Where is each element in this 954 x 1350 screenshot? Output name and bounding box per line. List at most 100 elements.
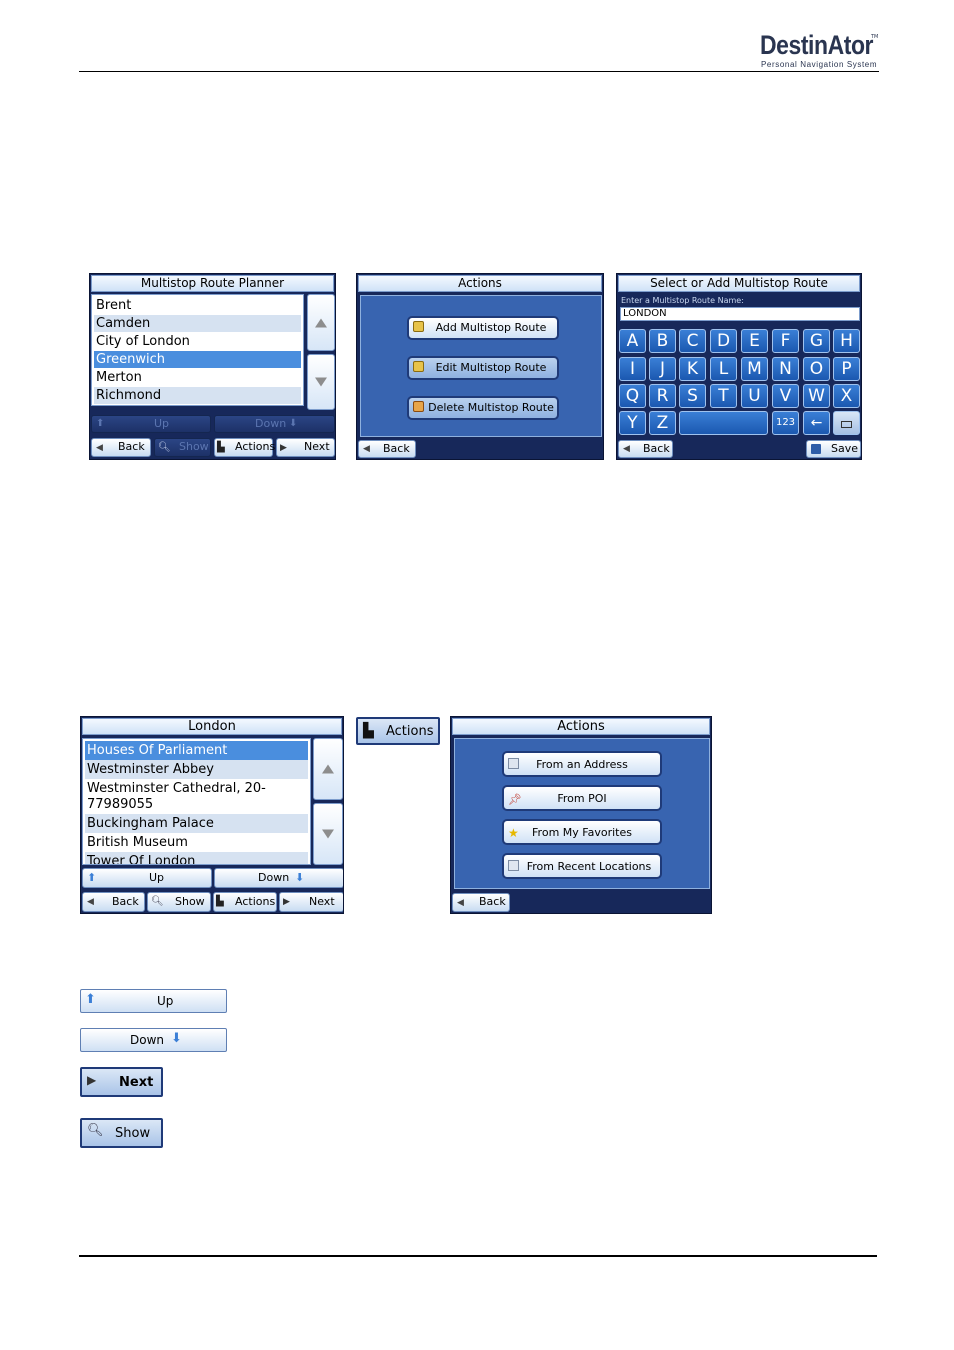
back-button[interactable]: ◀ Back — [82, 892, 145, 912]
key-k[interactable]: K — [679, 357, 706, 381]
space-key[interactable] — [679, 411, 768, 435]
down-arrow-icon: ⬇ — [295, 871, 305, 884]
keyboard-toggle-key[interactable] — [833, 411, 860, 435]
actions-button[interactable]: ▙ Actions — [214, 438, 275, 457]
screen-multistop-planner: Multistop Route Planner Brent Camden Cit… — [89, 273, 336, 460]
from-favorites-button[interactable]: ★ From My Favorites — [502, 819, 662, 845]
from-address-button[interactable]: From an Address — [502, 751, 662, 777]
clapper-icon: ▙ — [363, 723, 374, 739]
flag-icon: ▶ — [87, 1073, 97, 1087]
actions-panel: Add Multistop Route Edit Multistop Route… — [360, 295, 602, 437]
key-h[interactable]: H — [833, 329, 860, 353]
scroll-down-button[interactable] — [313, 803, 343, 865]
key-y[interactable]: Y — [619, 411, 646, 435]
up-button[interactable]: ⬆ Up — [91, 415, 211, 433]
key-p[interactable]: P — [833, 357, 860, 381]
legend-show-button[interactable]: 🔍︎ Show — [80, 1118, 163, 1148]
list-item[interactable]: 77989055 — [85, 795, 308, 814]
screen-title: London — [82, 718, 342, 735]
brand-tagline: Personal Navigation System — [761, 60, 878, 69]
key-z[interactable]: Z — [649, 411, 676, 435]
up-button[interactable]: ⬆ Up — [82, 868, 212, 888]
list-item[interactable]: City of London — [94, 333, 301, 350]
back-button[interactable]: ◀ Back — [358, 440, 416, 458]
legend-next-button[interactable]: ▶ Next — [80, 1067, 163, 1097]
key-b[interactable]: B — [649, 329, 676, 353]
trademark: TM — [871, 34, 879, 40]
arrow-down-icon — [315, 377, 327, 387]
save-button[interactable]: Save — [806, 440, 861, 458]
next-button[interactable]: ▶ Next — [279, 892, 343, 912]
list-item-selected[interactable]: Houses Of Parliament — [85, 741, 308, 760]
key-n[interactable]: N — [772, 357, 799, 381]
list-item[interactable]: Buckingham Palace — [85, 814, 308, 833]
route-name-prompt: Enter a Multistop Route Name: — [621, 296, 744, 305]
delete-multistop-route-button[interactable]: Delete Multistop Route — [407, 396, 559, 420]
keyboard-icon — [841, 421, 852, 428]
down-button[interactable]: Down ⬇ — [214, 415, 335, 433]
from-recent-locations-button[interactable]: From Recent Locations — [502, 853, 662, 879]
list-item[interactable]: Merton — [94, 369, 301, 386]
key-s[interactable]: S — [679, 384, 706, 408]
key-f[interactable]: F — [772, 329, 799, 353]
add-multistop-route-button[interactable]: Add Multistop Route — [407, 316, 559, 340]
list-item[interactable]: Brent — [94, 297, 301, 314]
key-a[interactable]: A — [619, 329, 646, 353]
back-arrow-icon: ◀ — [363, 444, 370, 454]
actions-panel: From an Address 📌︎ From POI ★ From My Fa… — [454, 738, 710, 889]
poi-list: Houses Of Parliament Westminster Abbey W… — [82, 738, 311, 865]
list-item[interactable]: British Museum — [85, 833, 308, 852]
key-d[interactable]: D — [710, 329, 737, 353]
key-j[interactable]: J — [649, 357, 676, 381]
show-button[interactable]: 🔍︎ Show — [147, 892, 211, 912]
key-g[interactable]: G — [803, 329, 830, 353]
backspace-key[interactable]: ← — [803, 411, 830, 435]
legend-up-button[interactable]: ⬆ Up — [80, 989, 227, 1013]
edit-multistop-route-button[interactable]: Edit Multistop Route — [407, 356, 559, 380]
flag-icon: ▶ — [280, 442, 287, 453]
key-w[interactable]: W — [803, 384, 830, 408]
footer-rule — [79, 1255, 877, 1257]
key-r[interactable]: R — [649, 384, 676, 408]
down-arrow-icon: ⬇ — [171, 1031, 182, 1046]
screen-title: Actions — [452, 718, 710, 735]
numeric-key[interactable]: 123 — [772, 411, 799, 435]
show-button[interactable]: 🔍︎ Show — [154, 438, 211, 457]
back-arrow-icon: ◀ — [623, 444, 630, 454]
down-button[interactable]: Down ⬇ — [214, 868, 343, 888]
next-button[interactable]: ▶ Next — [276, 438, 335, 457]
list-item[interactable]: Westminster Abbey — [85, 760, 308, 779]
key-l[interactable]: L — [710, 357, 737, 381]
scroll-down-button[interactable] — [307, 354, 335, 410]
actions-button-large[interactable]: ▙ Actions — [356, 717, 440, 745]
screen-actions: Actions Add Multistop Route Edit Multist… — [356, 273, 604, 460]
key-q[interactable]: Q — [619, 384, 646, 408]
list-item[interactable]: Camden — [94, 315, 301, 332]
back-button[interactable]: ◀ Back — [91, 438, 151, 457]
key-i[interactable]: I — [619, 357, 646, 381]
scroll-up-button[interactable] — [313, 738, 343, 800]
list-item[interactable]: Richmond — [94, 387, 301, 404]
key-e[interactable]: E — [741, 329, 768, 353]
route-name-input[interactable]: LONDON — [620, 307, 860, 321]
back-button[interactable]: ◀ Back — [452, 893, 510, 912]
floppy-disk-icon — [811, 444, 821, 454]
list-item-selected[interactable]: Greenwich — [94, 351, 301, 368]
back-arrow-icon: ◀ — [457, 897, 464, 908]
key-o[interactable]: O — [803, 357, 830, 381]
scroll-up-button[interactable] — [307, 294, 335, 351]
legend-down-button[interactable]: Down ⬇ — [80, 1028, 227, 1052]
magnifier-icon: 🔍︎ — [151, 896, 164, 907]
actions-button[interactable]: ▙ Actions — [213, 892, 277, 912]
from-poi-button[interactable]: 📌︎ From POI — [502, 785, 662, 811]
key-v[interactable]: V — [772, 384, 799, 408]
key-x[interactable]: X — [833, 384, 860, 408]
up-arrow-icon: ⬆ — [96, 418, 105, 429]
key-c[interactable]: C — [679, 329, 706, 353]
list-item[interactable]: Tower Of London — [85, 852, 308, 864]
key-t[interactable]: T — [710, 384, 737, 408]
key-m[interactable]: M — [741, 357, 768, 381]
header-rule — [79, 71, 879, 72]
back-button[interactable]: ◀ Back — [618, 440, 673, 458]
key-u[interactable]: U — [741, 384, 768, 408]
